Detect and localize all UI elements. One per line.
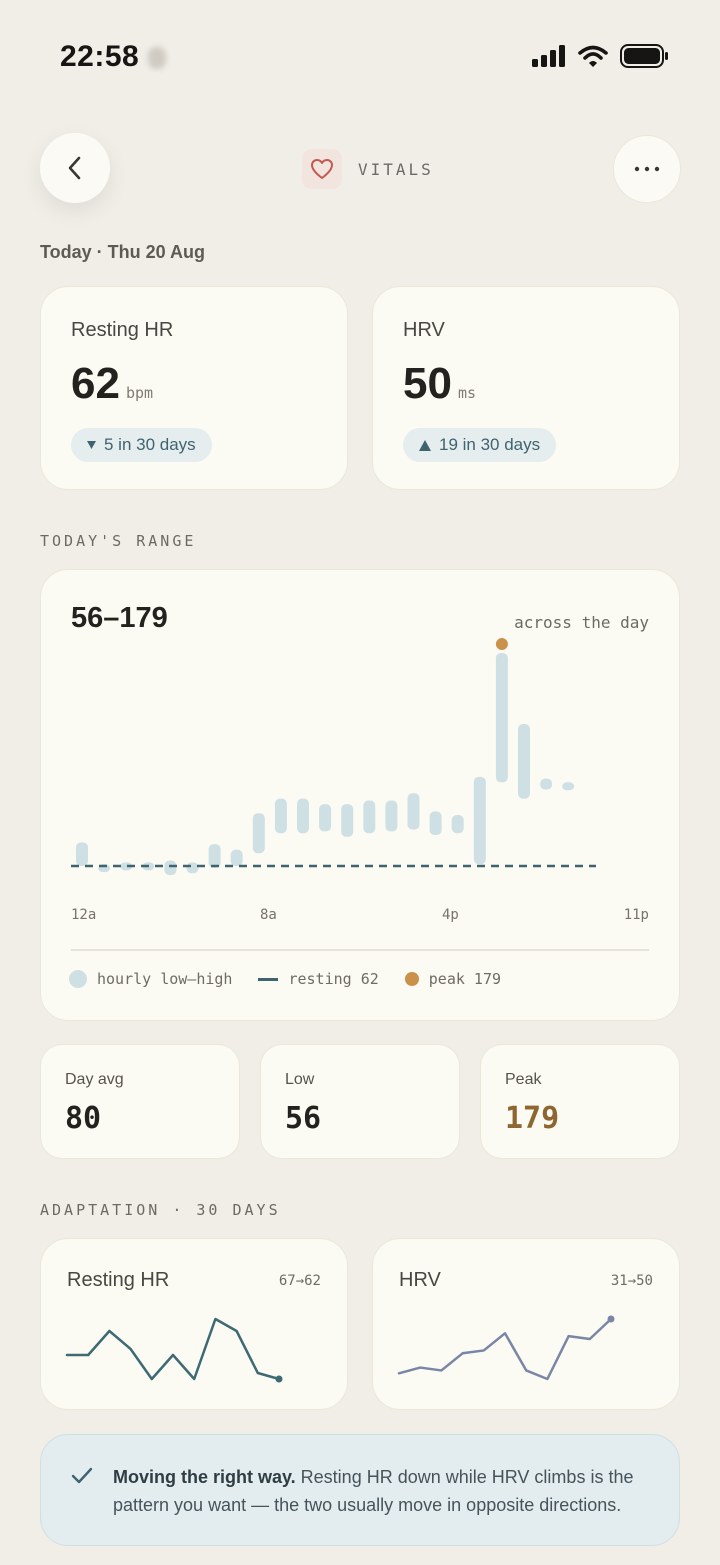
hourly-range-bar — [76, 842, 88, 866]
adapt-card-resting[interactable]: Resting HR 67→62 — [40, 1238, 348, 1410]
chevron-left-icon — [68, 156, 81, 180]
triangle-up-icon — [419, 439, 431, 451]
hourly-range-bar — [495, 653, 508, 783]
trend-text: 19 in 30 days — [439, 435, 541, 454]
sparkline-endpoint — [607, 1315, 615, 1323]
stat-value: 80 — [65, 1101, 102, 1136]
range-chart — [71, 638, 596, 876]
status-time: 22:58 — [60, 40, 140, 73]
metric-number: 50 — [403, 359, 452, 408]
heart-icon — [311, 159, 333, 179]
triangle-down-icon — [87, 441, 96, 449]
metric-label: HRV — [403, 319, 445, 341]
metric-number: 62 — [71, 359, 120, 408]
metric-label: Resting HR — [71, 319, 174, 341]
signal-icon — [532, 45, 565, 67]
back-button[interactable] — [40, 133, 110, 203]
hourly-range-bar — [473, 776, 486, 865]
hourly-range-bar — [252, 813, 265, 854]
hourly-range-bar — [429, 811, 442, 836]
trend-text: 5 in 30 days — [104, 435, 196, 454]
date-label: Today · Thu 20 Aug — [40, 242, 205, 262]
stat-card-low: Low 56 — [260, 1044, 460, 1159]
sparkline-endpoint — [275, 1375, 283, 1383]
x-tick-label: 4p — [442, 907, 459, 923]
sparkline-resting — [65, 1317, 283, 1383]
hourly-range-bar — [451, 815, 464, 834]
range-card: 56–179 across the day 12a 8a 4p 11p hour… — [40, 569, 680, 1021]
legend-swatch-hourly — [69, 970, 87, 988]
x-tick-label: 11p — [623, 907, 649, 923]
trend-badge: 19 in 30 days — [403, 428, 557, 462]
hourly-range-bar — [562, 782, 575, 791]
chart-legend: hourly low–high resting 62 peak 179 — [69, 970, 501, 988]
insight-note: Moving the right way. Resting HR down wh… — [40, 1434, 680, 1546]
sparkline-hrv — [397, 1315, 615, 1381]
sparkline-path — [65, 1317, 281, 1381]
hourly-range-bar — [297, 798, 309, 834]
stat-label: Low — [285, 1071, 315, 1088]
page-title: VITALS — [358, 160, 434, 179]
section-title-adaptation: ADAPTATION · 30 DAYS — [40, 1201, 281, 1219]
metric-value: 62 bpm — [71, 359, 153, 409]
ellipsis-icon — [634, 166, 660, 172]
hourly-range-bar — [274, 798, 287, 834]
wifi-icon — [578, 45, 608, 67]
adapt-card-hrv[interactable]: HRV 31→50 — [372, 1238, 680, 1410]
stat-value: 179 — [505, 1101, 560, 1136]
stat-value: 56 — [285, 1101, 322, 1136]
status-indicator — [148, 47, 166, 69]
legend-label: resting 62 — [288, 970, 379, 988]
legend-swatch-peak — [404, 972, 419, 986]
note-text: Moving the right way. Resting HR down wh… — [113, 1463, 653, 1519]
hourly-range-bar — [164, 860, 177, 876]
stat-card-avg: Day avg 80 — [40, 1044, 240, 1159]
legend-label: hourly low–high — [97, 970, 233, 988]
resting-hr-card[interactable]: Resting HR 62 bpm 5 in 30 days — [40, 286, 348, 490]
hourly-range-bar — [230, 849, 243, 866]
hourly-range-bar — [341, 804, 354, 837]
more-button[interactable] — [613, 135, 681, 203]
battery-icon — [620, 44, 668, 68]
x-tick-label: 12a — [71, 907, 97, 923]
stat-card-peak: Peak 179 — [480, 1044, 680, 1159]
checkmark-icon — [71, 1467, 93, 1484]
status-icons — [532, 44, 668, 68]
app-badge — [302, 149, 342, 189]
hourly-range-bar — [319, 804, 332, 832]
note-bold: Moving the right way. — [113, 1467, 296, 1487]
hourly-range-bar — [186, 862, 199, 874]
hourly-range-bar — [407, 793, 420, 830]
legend-swatch-resting — [258, 977, 279, 981]
metric-value: 50 ms — [403, 359, 476, 409]
divider — [71, 949, 649, 951]
hourly-range-bar — [540, 778, 553, 790]
x-tick-label: 8a — [260, 907, 277, 923]
stat-label: Day avg — [65, 1071, 124, 1088]
hrv-card[interactable]: HRV 50 ms 19 in 30 days — [372, 286, 680, 490]
legend-label: peak 179 — [428, 970, 502, 988]
hourly-range-bar — [363, 800, 376, 834]
stat-label: Peak — [505, 1071, 542, 1088]
trend-badge: 5 in 30 days — [71, 428, 212, 462]
hourly-range-bar — [385, 800, 398, 832]
hourly-range-bar — [518, 724, 530, 799]
metric-unit: bpm — [125, 384, 154, 402]
section-title-range: TODAY'S RANGE — [40, 532, 197, 550]
sparkline-path — [397, 1317, 613, 1381]
peak-marker — [495, 638, 508, 651]
hourly-range-bar — [208, 844, 221, 868]
metric-unit: ms — [457, 384, 477, 402]
